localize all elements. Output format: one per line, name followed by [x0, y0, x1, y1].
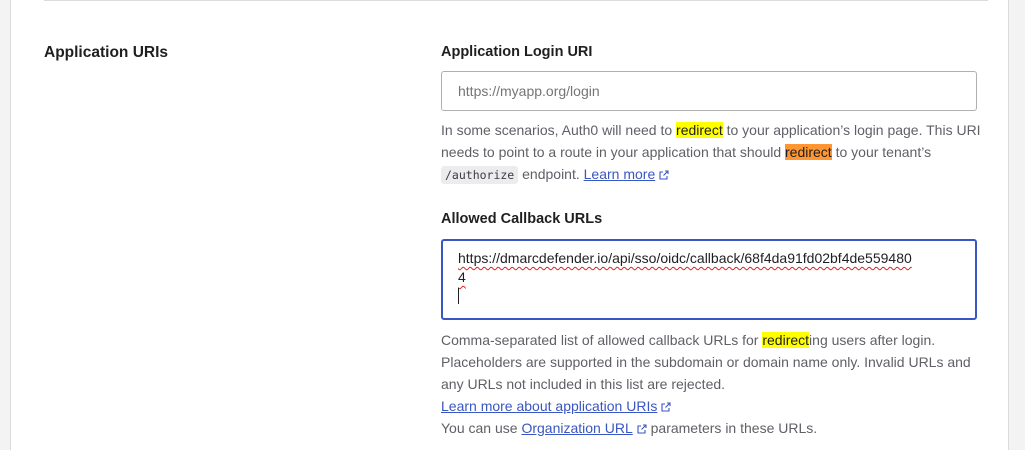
login-uri-help: In some scenarios, Auth0 will need to re…	[441, 119, 981, 186]
settings-card: Application URIs Application Login URI I…	[10, 0, 1009, 450]
divider	[44, 0, 988, 1]
help-text: In some scenarios, Auth0 will need to	[441, 122, 677, 138]
help-text: Comma-separated list of allowed callback…	[441, 332, 763, 348]
organization-url-label: Organization URL	[521, 420, 633, 436]
search-highlight: redirect	[762, 332, 810, 348]
search-highlight-current: redirect	[785, 144, 832, 160]
callback-urls-textarea[interactable]: https://dmarcdefender.io/api/sso/oidc/ca…	[441, 239, 977, 320]
help-text: to your tenant’s	[831, 144, 932, 160]
external-link-icon	[637, 424, 647, 434]
organization-url-link[interactable]: Organization URL	[521, 420, 632, 436]
authorize-code: /authorize	[441, 166, 519, 184]
external-link-icon	[659, 170, 669, 180]
learn-more-application-uris-link[interactable]: Learn more about application URIs	[441, 398, 657, 414]
learn-more-label: Learn more	[583, 166, 656, 182]
learn-more-link[interactable]: Learn more	[584, 166, 656, 182]
section-title: Application URIs	[44, 44, 169, 61]
external-link-icon	[661, 402, 671, 412]
login-uri-label: Application Login URI	[441, 44, 593, 60]
text-cursor	[458, 288, 459, 304]
callback-urls-label: Allowed Callback URLs	[441, 211, 603, 227]
callback-url-line: 4	[458, 269, 466, 285]
callback-urls-help: Comma-separated list of allowed callback…	[441, 329, 981, 439]
help-text: You can use	[441, 420, 522, 436]
help-text: parameters in these URLs.	[646, 420, 818, 436]
callback-url-line: https://dmarcdefender.io/api/sso/oidc/ca…	[458, 250, 912, 266]
search-highlight: redirect	[676, 122, 723, 138]
help-text: endpoint.	[518, 166, 584, 182]
login-uri-input[interactable]	[441, 71, 977, 111]
learn-more-label: Learn more about application URIs	[441, 398, 658, 414]
